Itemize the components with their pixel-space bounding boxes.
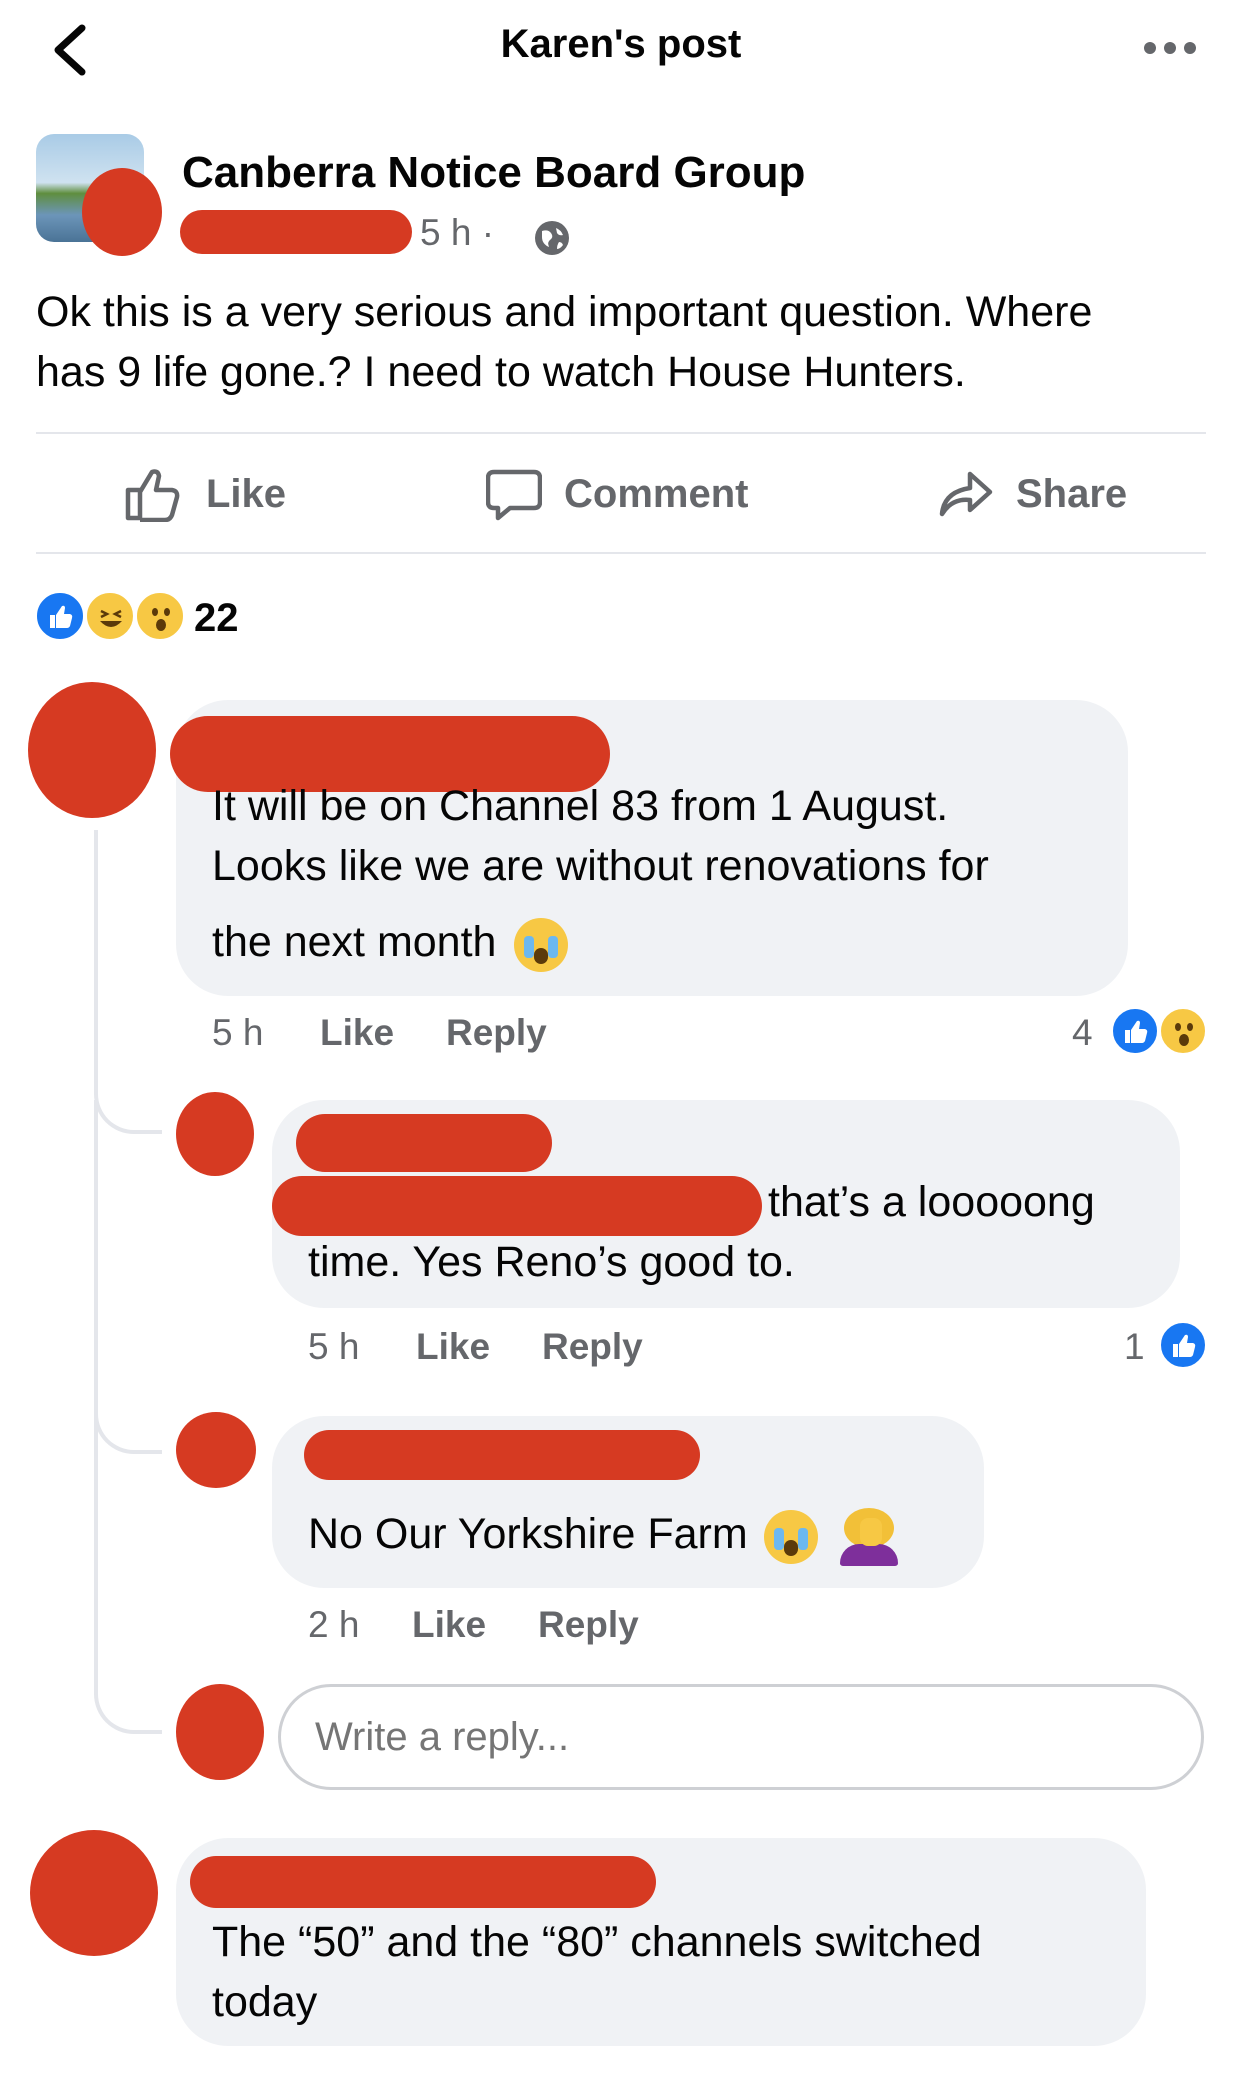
crying-face-emoji-icon	[514, 917, 569, 972]
share-arrow-icon	[939, 471, 993, 517]
comment-like-button[interactable]: Like	[416, 1326, 490, 1368]
comment-line: The “50” and the “80” channels switched	[212, 1918, 982, 1966]
laugh-reaction-icon	[84, 590, 136, 642]
comment-line-text: the next month	[212, 918, 497, 966]
comment-label: Comment	[564, 472, 749, 516]
facepalm-emoji-icon	[839, 1507, 898, 1566]
redaction-mark	[180, 210, 412, 254]
commenter-avatar[interactable]	[30, 1830, 158, 1956]
like-reaction-icon	[1110, 1006, 1160, 1056]
post-body-line: Ok this is a very serious and important …	[36, 288, 1093, 336]
wow-reaction-icon	[134, 590, 186, 642]
share-button[interactable]: Share	[938, 462, 1158, 522]
comment-line: that’s a looooong	[768, 1178, 1095, 1226]
comment-line: the next month	[212, 912, 989, 972]
comment-line: It will be on Channel 83 from 1 August.	[212, 782, 949, 830]
like-reaction-icon	[1158, 1320, 1208, 1370]
globe-icon	[535, 221, 569, 255]
comment-reaction-count: 1	[1124, 1326, 1145, 1367]
comment-line: No Our Yorkshire Farm	[308, 1504, 898, 1566]
comment-reaction-count: 4	[1072, 1012, 1093, 1053]
redaction-mark	[82, 168, 162, 256]
reaction-count: 22	[194, 596, 239, 640]
post-body: Ok this is a very serious and important …	[36, 282, 1092, 402]
comment-line: Looks like we are without renovations fo…	[212, 842, 989, 890]
divider	[36, 552, 1206, 554]
redaction-mark	[296, 1114, 552, 1172]
redaction-mark	[272, 1176, 762, 1236]
comment-time: 2 h	[308, 1604, 360, 1645]
comment-line: today	[212, 1978, 318, 2026]
commenter-avatar[interactable]	[176, 1092, 254, 1176]
divider	[36, 432, 1206, 434]
thread-line	[94, 830, 162, 1134]
comment-text: It will be on Channel 83 from 1 August. …	[212, 776, 989, 972]
reaction-summary[interactable]: 22	[34, 590, 254, 644]
wow-reaction-icon	[1158, 1006, 1208, 1056]
comment-reply-button[interactable]: Reply	[542, 1326, 643, 1368]
reply-input[interactable]	[278, 1684, 1204, 1790]
commenter-avatar[interactable]	[176, 1412, 256, 1488]
post-time: 5 h ·	[420, 212, 495, 253]
crying-face-emoji-icon	[763, 1509, 818, 1564]
comment-button[interactable]: Comment	[486, 462, 786, 522]
comment-reply-button[interactable]: Reply	[446, 1012, 547, 1054]
group-name[interactable]: Canberra Notice Board Group	[182, 148, 805, 198]
comment-like-button[interactable]: Like	[320, 1012, 394, 1054]
page-title: Karen's post	[500, 22, 742, 66]
redaction-mark	[304, 1430, 700, 1480]
thread-line	[94, 1400, 162, 1734]
post-body-line: has 9 life gone.? I need to watch House …	[36, 348, 966, 396]
comment-reply-button[interactable]: Reply	[538, 1604, 639, 1646]
redaction-mark	[190, 1856, 656, 1908]
commenter-avatar[interactable]	[28, 682, 156, 818]
comment-line: time. Yes Reno’s good to.	[308, 1238, 795, 1286]
comment-bubble-icon	[486, 469, 542, 521]
comment-time: 5 h	[212, 1012, 264, 1053]
comment-like-button[interactable]: Like	[412, 1604, 486, 1646]
more-options-icon[interactable]	[1144, 40, 1198, 56]
like-reaction-icon	[34, 590, 86, 642]
comment-line-text: No Our Yorkshire Farm	[308, 1510, 748, 1558]
share-label: Share	[1016, 472, 1128, 516]
like-button[interactable]: Like	[124, 462, 324, 522]
thumbs-up-icon	[125, 469, 180, 522]
like-label: Like	[206, 472, 287, 516]
current-user-avatar	[176, 1684, 264, 1780]
comment-time: 5 h	[308, 1326, 360, 1367]
